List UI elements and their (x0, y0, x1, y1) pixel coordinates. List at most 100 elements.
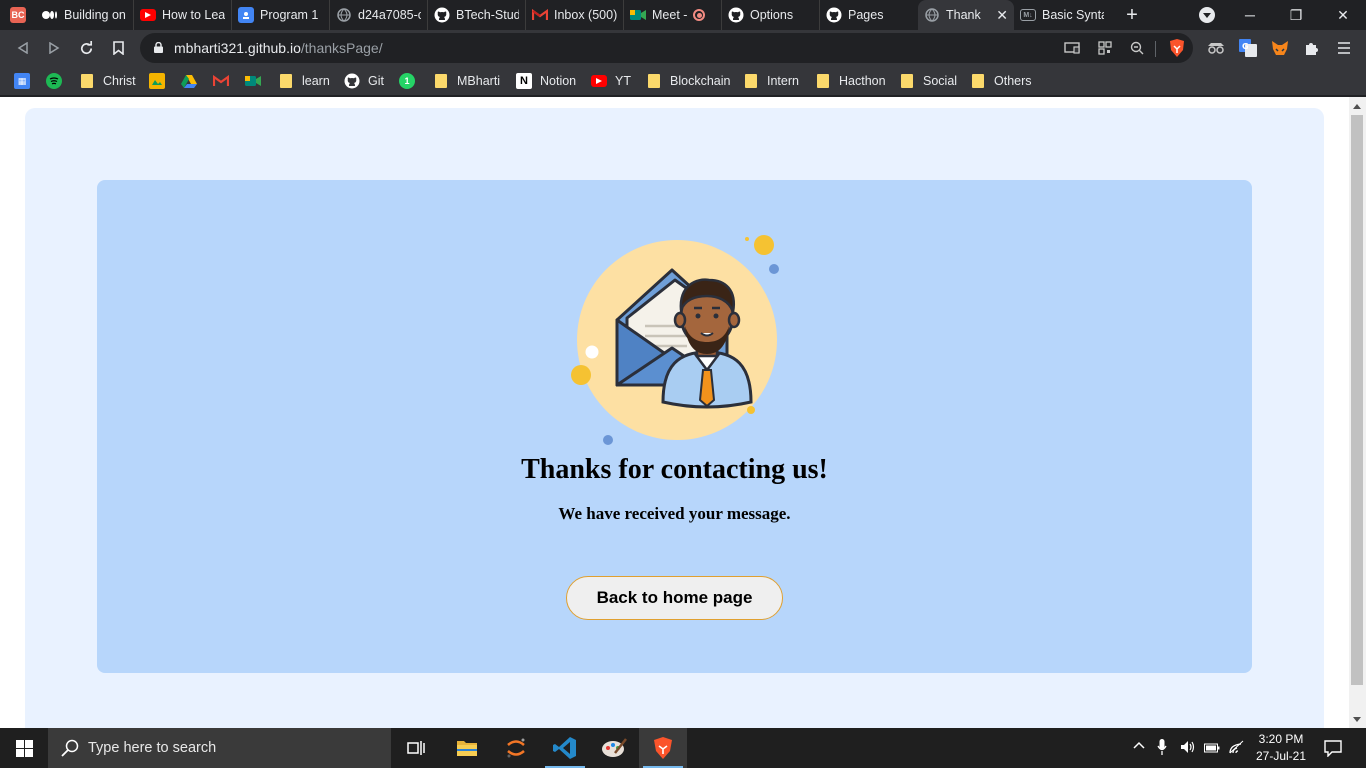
tab-pages[interactable]: Pages (820, 0, 918, 30)
whatsapp-icon: 1 (399, 73, 415, 89)
bookmark-gmail[interactable] (213, 72, 229, 90)
google-classroom-icon: ▦ (14, 73, 30, 89)
bookmark-folder-mbharti[interactable]: MBharti (435, 72, 500, 90)
tab-program-1[interactable]: Program 1 (232, 0, 330, 30)
cast-icon[interactable] (1063, 40, 1081, 56)
vscode-button[interactable] (541, 728, 589, 768)
bookmark-whatsapp[interactable]: 1 (399, 72, 415, 90)
tab-d24a7085[interactable]: d24a7085-c (330, 0, 428, 30)
vscode-icon (553, 737, 576, 759)
jupyter-button[interactable] (492, 728, 540, 768)
bookmark-classroom[interactable]: ▦ (14, 72, 30, 90)
bookmark-folder-intern[interactable]: Intern (745, 72, 799, 90)
tab-thank-you[interactable]: Thank ✕ (918, 0, 1014, 30)
battery-icon[interactable] (1204, 742, 1220, 756)
tab-building-on[interactable]: Building on (36, 0, 134, 30)
tab-btech-stud[interactable]: BTech-Stud (428, 0, 526, 30)
notifications-icon[interactable] (1324, 739, 1342, 760)
forward-icon (49, 42, 60, 54)
tab-options[interactable]: Options (722, 0, 820, 30)
bookmark-folder-learn[interactable]: learn (280, 72, 330, 90)
scroll-up-icon[interactable] (1353, 104, 1361, 109)
brave-shields-icon[interactable] (1167, 38, 1187, 58)
tab-close-icon[interactable]: ✕ (996, 7, 1008, 24)
tab-meet[interactable]: Meet - (624, 0, 722, 30)
bookmark-folder-blockchain[interactable]: Blockchain (648, 72, 730, 90)
markdown-icon: M↓ (1020, 9, 1036, 21)
tab-bc[interactable]: BC (0, 0, 36, 30)
tab-how-to-learn[interactable]: How to Lea (134, 0, 232, 30)
extensions-puzzle-icon[interactable] (1302, 38, 1322, 58)
tab-basic-syntax[interactable]: M↓ Basic Synta (1014, 0, 1110, 30)
vertical-scrollbar[interactable] (1349, 97, 1366, 728)
github-icon (826, 7, 842, 23)
brave-browser-button[interactable] (639, 728, 687, 768)
tab-title: How to Lea (162, 8, 225, 22)
file-explorer-button[interactable] (443, 728, 491, 768)
back-button[interactable] (12, 37, 34, 59)
extension-spy-icon[interactable] (1206, 38, 1226, 58)
minimize-button[interactable]: ─ (1227, 0, 1273, 30)
close-window-button[interactable]: ✕ (1320, 0, 1366, 30)
bookmark-button[interactable] (107, 37, 129, 59)
start-button[interactable] (0, 728, 48, 768)
google-photos-icon (149, 73, 165, 89)
windows-taskbar: Type here to search 3:20 PM 27-Jul-21 (0, 728, 1366, 768)
confirmation-message: We have received your message. (558, 504, 791, 523)
bookmark-folder-hacthon[interactable]: Hacthon (817, 72, 886, 90)
bookmark-notion[interactable]: N Notion (516, 72, 576, 90)
gmail-icon (213, 73, 229, 89)
search-placeholder: Type here to search (88, 740, 217, 756)
tab-title: Basic Synta (1042, 8, 1104, 22)
globe-icon (336, 7, 352, 23)
globe-icon (924, 7, 940, 23)
menu-icon[interactable] (1334, 38, 1354, 58)
wifi-icon[interactable] (1229, 740, 1245, 757)
page-container: Thanks for contacting us! We have receiv… (25, 108, 1324, 728)
clock-date: 27-Jul-21 (1255, 749, 1307, 763)
system-clock[interactable]: 3:20 PM 27-Jul-21 (1248, 731, 1314, 765)
bookmark-folder-christ[interactable]: Christ (81, 72, 136, 90)
tab-title: Inbox (500) (554, 8, 617, 22)
paint-palette-icon (602, 738, 627, 757)
bookmark-yt[interactable]: YT (591, 72, 631, 90)
bookmark-meet[interactable] (245, 72, 261, 90)
task-view-button[interactable] (392, 728, 440, 768)
github-icon (728, 7, 744, 23)
folder-icon (745, 74, 757, 88)
bookmark-folder-others[interactable]: Others (972, 72, 1032, 90)
google-translate-icon[interactable]: G (1238, 38, 1258, 58)
zoom-icon[interactable] (1128, 40, 1146, 56)
bookmark-icon (112, 41, 124, 55)
bookmark-drive[interactable] (181, 72, 197, 90)
scrollbar-thumb[interactable] (1351, 115, 1363, 685)
reload-button[interactable] (75, 37, 97, 59)
tab-title: Program 1 (260, 8, 319, 22)
youtube-icon (591, 75, 607, 87)
recording-icon (693, 9, 706, 21)
microphone-icon[interactable] (1157, 739, 1167, 758)
bookmark-git[interactable]: Git (344, 72, 384, 90)
back-icon (17, 42, 28, 54)
folder-icon (901, 74, 913, 88)
taskbar-search[interactable]: Type here to search (48, 728, 391, 768)
forward-button[interactable] (43, 37, 65, 59)
volume-icon[interactable] (1180, 740, 1196, 757)
metamask-icon[interactable] (1270, 38, 1290, 58)
new-tab-button[interactable]: + (1118, 1, 1146, 29)
paint-button[interactable] (590, 728, 638, 768)
qr-code-icon[interactable] (1096, 40, 1114, 56)
bookmark-folder-social[interactable]: Social (901, 72, 957, 90)
tab-search-icon[interactable] (1199, 7, 1215, 23)
medium-icon (42, 7, 58, 23)
github-icon (344, 73, 360, 89)
scroll-down-icon[interactable] (1353, 717, 1361, 722)
bookmark-spotify[interactable] (46, 72, 62, 90)
browser-toolbar: mbharti321.github.io/thanksPage/ G (0, 30, 1366, 66)
back-to-home-button[interactable]: Back to home page (566, 576, 783, 620)
address-bar[interactable]: mbharti321.github.io/thanksPage/ (140, 33, 1193, 63)
show-hidden-icons[interactable] (1133, 739, 1145, 753)
bookmark-photos[interactable] (149, 72, 165, 90)
tab-inbox[interactable]: Inbox (500) (526, 0, 624, 30)
restore-button[interactable]: ❐ (1273, 0, 1319, 30)
